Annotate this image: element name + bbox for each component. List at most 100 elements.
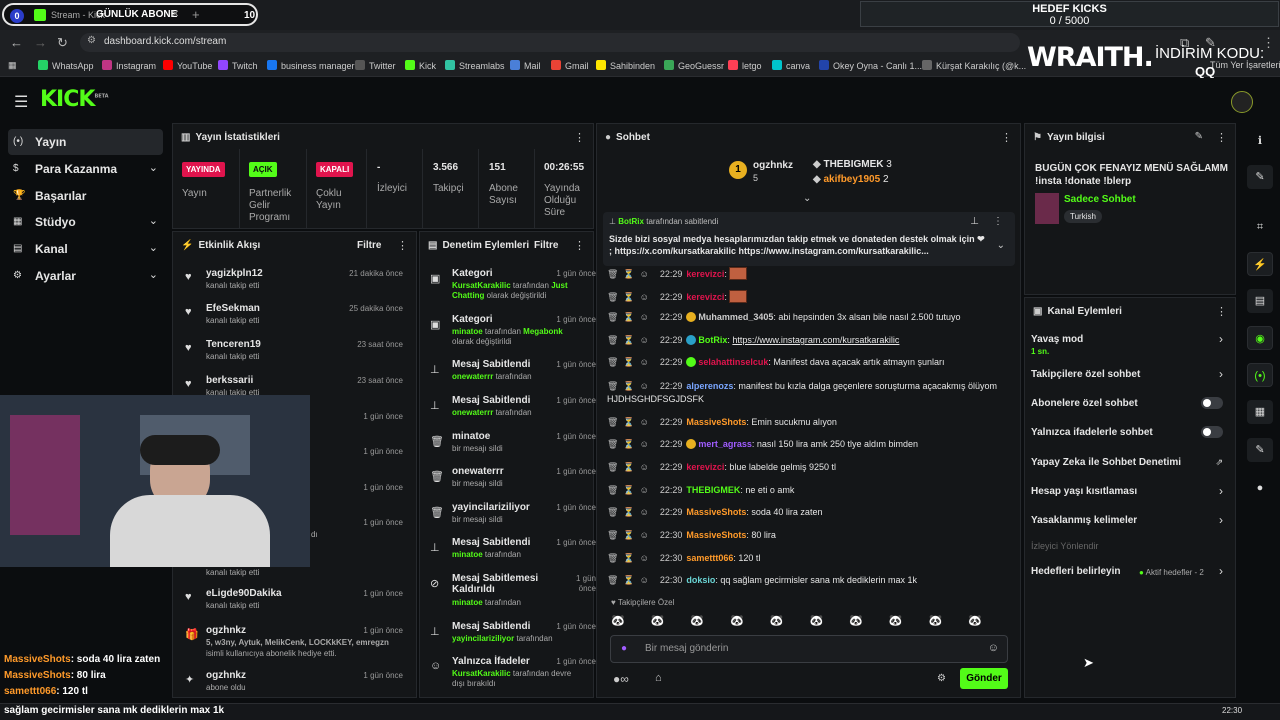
sidebar-item-settings[interactable]: ⚙ Ayarlar ⌄ — [8, 263, 163, 289]
chevron-down-icon[interactable]: ⌄ — [997, 240, 1005, 251]
close-icon[interactable]: ✕ — [171, 9, 179, 20]
sidebar-item-monetization[interactable]: $ Para Kazanma ⌄ — [8, 156, 163, 182]
bookmark[interactable]: business manager — [267, 60, 355, 71]
list-item: 🗑 onewaterrr bir mesajı sildi 1 gün önce — [430, 466, 596, 488]
bookmark[interactable]: Kürşat Karakılıç (@k... — [922, 60, 1026, 71]
more-icon[interactable]: ⋮ — [574, 131, 585, 144]
bookmark[interactable]: Twitter — [355, 60, 396, 71]
pin-icon[interactable]: ⊥ — [970, 216, 979, 227]
leader-name[interactable]: ◆ akifbey1905 2 — [813, 174, 889, 185]
chat-message[interactable]: 🗑⏳☺ 22:29 kerevizci: — [607, 267, 1007, 280]
ai-moderation-row[interactable]: Yapay Zeka ile Sohbet Denetimi ⇗ — [1031, 453, 1223, 475]
chat-message[interactable]: 🗑⏳☺ 22:29 MassiveShots: soda 40 lira zaten — [607, 507, 1007, 518]
bookmark[interactable]: Sahibinden — [596, 60, 655, 71]
chat-message[interactable]: 🗑⏳☺ 22:29 BotRix: https://www.instagram.co… — [607, 335, 1007, 346]
mic-icon[interactable]: ● — [621, 643, 627, 654]
bookmark[interactable]: WhatsApp — [38, 60, 94, 71]
category-name[interactable]: Sadece Sohbet — [1064, 194, 1136, 205]
more-icon[interactable]: ⋮ — [1001, 131, 1012, 144]
leader-name[interactable]: ogzhnkz — [753, 160, 793, 171]
reload-icon[interactable]: ↻ — [57, 35, 68, 51]
chat-message[interactable]: 🗑⏳☺ 22:29 selahattinselcuk: Manifest dava … — [607, 357, 1007, 368]
chat-icon[interactable]: ◉ — [1247, 326, 1273, 350]
bolt-icon[interactable]: ⚡ — [1247, 252, 1273, 276]
sidebar-item-yayin[interactable]: (•) Yayın — [8, 129, 163, 155]
bookmark[interactable]: Streamlabs — [445, 60, 505, 71]
slow-mode-row[interactable]: Yavaş mod 1 sn. › — [1031, 330, 1223, 358]
back-icon[interactable]: ← — [10, 35, 23, 50]
gavel-icon: ▤ — [428, 240, 438, 251]
account-age-row[interactable]: Hesap yaşı kısıtlaması › — [1031, 482, 1223, 504]
apps-icon[interactable]: ▦ — [8, 60, 17, 71]
chat-message[interactable]: 🗑⏳☺ 22:29 Muhammed_3405: abi hepsinden 3x … — [607, 312, 1007, 323]
forward-icon[interactable]: → — [34, 35, 47, 50]
more-icon[interactable]: ⋮ — [1216, 305, 1227, 318]
expand-icon[interactable]: ⌄ — [803, 193, 811, 204]
multistream-badge: KAPALI — [316, 162, 354, 177]
goals-row[interactable]: Hedefleri belirleyin ● Aktif hedefler - … — [1031, 562, 1223, 584]
kicks-icon[interactable]: ●∞ — [613, 672, 629, 686]
chat-message[interactable]: 🗑⏳☺ 22:30 samettt066: 120 tl — [607, 553, 1007, 564]
chat-message[interactable]: 🗑⏳☺ 22:29 alperenozs: manifest bu kızla da… — [607, 380, 1007, 406]
bookmark[interactable]: GeoGuessr — [664, 60, 724, 71]
chat-message[interactable]: 🗑⏳☺ 22:30 doksio: qq sağlam gecirmisler sa… — [607, 575, 1007, 586]
chat-message[interactable]: 🗑⏳☺ 22:29 mert_agrass: nasıl 150 lira amk … — [607, 439, 1007, 450]
heart-icon: ♥ — [185, 342, 192, 354]
broadcast-icon[interactable]: (•) — [1247, 363, 1273, 387]
emotes-only-row[interactable]: Yalnızca ifadelerle sohbet — [1031, 423, 1223, 445]
menu-icon[interactable]: ☰ — [14, 92, 28, 112]
emote-bar[interactable]: 🐼🐼🐼🐼🐼🐼🐼🐼🐼🐼 — [611, 614, 1011, 628]
kick-logo[interactable]: KICKBETA — [40, 87, 109, 112]
sidebar-item-channel[interactable]: ▤ Kanal ⌄ — [8, 236, 163, 262]
info-icon[interactable]: ℹ — [1247, 129, 1273, 153]
bookmark[interactable]: canva — [772, 60, 810, 71]
crop-icon[interactable]: ⌗ — [1247, 215, 1273, 239]
chat-message[interactable]: 🗑⏳☺ 22:30 MassiveShots: 80 lira — [607, 530, 1007, 541]
edit-icon[interactable]: ✎ — [1195, 131, 1203, 142]
send-button[interactable]: Gönder — [960, 668, 1008, 689]
bookmark[interactable]: Twitch — [218, 60, 258, 71]
chat-message[interactable]: 🗑⏳☺ 22:29 kerevizci: — [607, 290, 1007, 303]
shop-icon[interactable]: ⌂ — [655, 672, 662, 684]
chat-input[interactable]: ● Bir mesaj gönderin ☺ — [610, 635, 1008, 663]
filter-button[interactable]: Filtre — [357, 240, 381, 251]
bookmark[interactable]: Kick — [405, 60, 436, 71]
more-icon[interactable]: ⋮ — [397, 239, 408, 252]
avatar[interactable] — [1231, 91, 1253, 113]
chat-message[interactable]: 🗑⏳☺ 22:29 kerevizci: blue labelde gelmiş 9… — [607, 462, 1007, 473]
kicks-icon[interactable]: ● — [1247, 476, 1273, 500]
more-icon[interactable]: ⋮ — [574, 239, 585, 252]
browser-tab[interactable]: 0 Stream - Kick GÜNLÜK ABONE ✕ + 10 — [2, 3, 258, 26]
document-icon[interactable]: ▤ — [1247, 289, 1273, 313]
bookmark[interactable]: Mail — [510, 60, 541, 71]
followers-only-label: ♥ Takipçilere Özel — [611, 598, 675, 607]
emotes-only-toggle[interactable] — [1201, 426, 1223, 438]
sidebar-item-achievements[interactable]: 🏆 Başarılar — [8, 183, 163, 209]
url-field[interactable]: ⚙ dashboard.kick.com/stream — [80, 33, 1020, 52]
chat-message[interactable]: 🗑⏳☺ 22:29 MassiveShots: Emin sucukmu alıyo… — [607, 417, 1007, 428]
more-icon[interactable]: ⋮ — [993, 216, 1003, 227]
site-info-icon[interactable]: ⚙ — [87, 35, 96, 46]
emoji-icon[interactable]: ☺ — [988, 642, 999, 654]
sidebar-item-studio[interactable]: ▦ Stüdyo ⌄ — [8, 209, 163, 235]
subs-only-row[interactable]: Abonelere özel sohbet — [1031, 394, 1223, 416]
banned-words-row[interactable]: Yasaklanmış kelimeler › — [1031, 511, 1223, 533]
chat-message[interactable]: 🗑⏳☺ 22:29 THEBIGMEK: ne eti o amk — [607, 485, 1007, 496]
wrench-icon[interactable]: ✎ — [1247, 438, 1273, 462]
moderation-icon[interactable]: ▦ — [1247, 400, 1273, 424]
new-tab-icon[interactable]: + — [192, 7, 200, 22]
bookmark[interactable]: YouTube — [163, 60, 212, 71]
bookmark[interactable]: letgo — [728, 60, 762, 71]
gear-icon[interactable]: ⚙ — [937, 673, 946, 684]
leader-name[interactable]: ◆ THEBIGMEK 3 — [813, 159, 892, 170]
filter-button[interactable]: Filtre — [534, 240, 558, 251]
bookmark[interactable]: Instagram — [102, 60, 156, 71]
subs-only-toggle[interactable] — [1201, 397, 1223, 409]
pinned-text: Sizde bizi sosyal medya hesaplarımızdan … — [609, 234, 985, 256]
bookmark[interactable]: Gmail — [551, 60, 589, 71]
edit-icon[interactable]: ✎ — [1247, 165, 1273, 189]
bookmark[interactable]: Okey Oyna - Canlı 1... — [819, 60, 922, 71]
more-icon[interactable]: ⋮ — [1216, 131, 1227, 144]
emote-image — [729, 290, 748, 303]
followers-only-row[interactable]: Takipçilere özel sohbet › — [1031, 365, 1223, 387]
